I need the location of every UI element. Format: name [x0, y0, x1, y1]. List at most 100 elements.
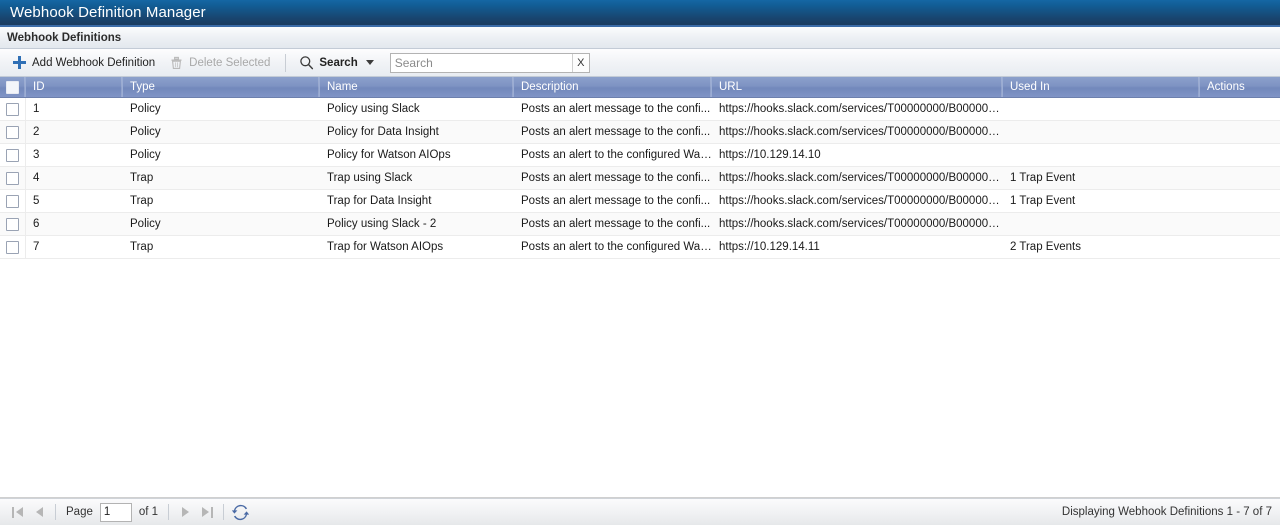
plus-icon	[11, 55, 27, 71]
pager-separator-refresh	[223, 504, 225, 520]
cell-name: Trap using Slack	[320, 167, 514, 189]
pager-status-text: Displaying Webhook Definitions 1 - 7 of …	[1061, 506, 1272, 518]
search-clear-button[interactable]: X	[571, 53, 589, 72]
search-menu-label: Search	[319, 56, 358, 69]
cell-name: Policy for Data Insight	[320, 121, 514, 143]
cell-id: 5	[26, 190, 123, 212]
row-checkbox[interactable]	[6, 102, 19, 116]
table-row[interactable]: 4 Trap Trap using Slack Posts an alert mess…	[0, 167, 1280, 190]
row-select-cell[interactable]	[0, 98, 26, 120]
column-header-name[interactable]: Name	[320, 77, 514, 97]
grid-body: 1 Policy Policy using Slack Posts an alert …	[0, 98, 1280, 497]
cell-name-text: Trap for Data Insight	[327, 195, 432, 207]
cell-description-text: Posts an alert to the configured Wat...	[521, 149, 712, 161]
select-all-checkbox[interactable]	[6, 80, 19, 94]
cell-name-text: Trap using Slack	[327, 172, 413, 184]
search-input[interactable]	[390, 53, 572, 72]
page-number-input[interactable]	[99, 502, 132, 522]
cell-url-text: https://hooks.slack.com/services/T000000…	[719, 126, 1003, 138]
column-header-description[interactable]: Description	[514, 77, 712, 97]
column-header-type[interactable]: Type	[123, 77, 320, 97]
first-page-icon[interactable]	[6, 501, 28, 523]
cell-used-in	[1003, 121, 1200, 143]
previous-page-icon[interactable]	[28, 501, 50, 523]
add-webhook-definition-button[interactable]: Add Webhook Definition	[6, 52, 163, 74]
section-header: Webhook Definitions	[0, 27, 1280, 49]
pager-separator-right	[168, 504, 170, 520]
cell-id: 3	[26, 144, 123, 166]
column-header-url[interactable]: URL	[712, 77, 1003, 97]
column-header-select-all[interactable]	[0, 77, 26, 97]
page-total-label: of 1	[138, 506, 159, 518]
last-page-icon[interactable]	[196, 501, 218, 523]
trash-icon	[168, 55, 184, 71]
cell-used-in: 1 Trap Event	[1003, 190, 1200, 212]
cell-description: Posts an alert message to the confi...	[514, 121, 712, 143]
row-checkbox[interactable]	[6, 148, 19, 162]
cell-name-text: Policy using Slack - 2	[327, 218, 437, 230]
cell-used-in: 1 Trap Event	[1003, 167, 1200, 189]
table-row[interactable]: 2 Policy Policy for Data Insight Posts an a…	[0, 121, 1280, 144]
cell-name-text: Policy for Data Insight	[327, 126, 439, 138]
delete-selected-button[interactable]: Delete Selected	[163, 52, 278, 74]
cell-description-text: Posts an alert message to the confi...	[521, 218, 711, 230]
cell-id: 6	[26, 213, 123, 235]
add-webhook-definition-label: Add Webhook Definition	[32, 56, 156, 69]
cell-type-text: Policy	[130, 149, 161, 161]
cell-url: https://hooks.slack.com/services/T000000…	[712, 213, 1003, 235]
magnifier-icon	[298, 55, 314, 71]
cell-used-in-text: 2 Trap Events	[1010, 241, 1081, 253]
row-checkbox[interactable]	[6, 125, 19, 139]
cell-description-text: Posts an alert message to the confi...	[521, 172, 711, 184]
table-row[interactable]: 6 Policy Policy using Slack - 2 Posts an al…	[0, 213, 1280, 236]
cell-description-text: Posts an alert message to the confi...	[521, 195, 711, 207]
row-select-cell[interactable]	[0, 167, 26, 189]
grid-toolbar: Add Webhook Definition Delete Selected S…	[0, 49, 1280, 77]
grid-header-row: ID Type Name Description URL Used In Act…	[0, 77, 1280, 98]
row-select-cell[interactable]	[0, 121, 26, 143]
row-select-cell[interactable]	[0, 236, 26, 258]
column-header-used-in[interactable]: Used In	[1003, 77, 1200, 97]
next-page-icon[interactable]	[174, 501, 196, 523]
table-row[interactable]: 1 Policy Policy using Slack Posts an alert …	[0, 98, 1280, 121]
table-row[interactable]: 7 Trap Trap for Watson AIOps Posts an alert…	[0, 236, 1280, 259]
page-title: Webhook Definition Manager	[10, 4, 206, 21]
search-menu-button[interactable]: Search	[293, 52, 381, 74]
cell-url: https://10.129.14.11	[712, 236, 1003, 258]
cell-type-text: Trap	[130, 241, 154, 253]
cell-url: https://hooks.slack.com/services/T000000…	[712, 167, 1003, 189]
row-checkbox[interactable]	[6, 194, 19, 208]
cell-name-text: Policy using Slack	[327, 103, 420, 115]
row-checkbox[interactable]	[6, 240, 19, 254]
cell-description: Posts an alert message to the confi...	[514, 190, 712, 212]
row-checkbox[interactable]	[6, 217, 19, 231]
cell-description-text: Posts an alert message to the confi...	[521, 126, 711, 138]
table-row[interactable]: 5 Trap Trap for Data Insight Posts an alert…	[0, 190, 1280, 213]
cell-used-in: 2 Trap Events	[1003, 236, 1200, 258]
cell-description: Posts an alert to the configured Wat...	[514, 236, 712, 258]
row-select-cell[interactable]	[0, 213, 26, 235]
row-checkbox[interactable]	[6, 171, 19, 185]
refresh-icon[interactable]	[229, 501, 251, 523]
cell-url: https://10.129.14.10	[712, 144, 1003, 166]
cell-actions	[1200, 236, 1280, 258]
cell-id: 2	[26, 121, 123, 143]
row-select-cell[interactable]	[0, 144, 26, 166]
window-titlebar: Webhook Definition Manager	[0, 0, 1280, 27]
column-header-id[interactable]: ID	[26, 77, 123, 97]
cell-actions	[1200, 144, 1280, 166]
cell-actions	[1200, 213, 1280, 235]
cell-url-text: https://hooks.slack.com/services/T000000…	[719, 195, 1003, 207]
cell-description: Posts an alert message to the confi...	[514, 98, 712, 120]
table-row[interactable]: 3 Policy Policy for Watson AIOps Posts an a…	[0, 144, 1280, 167]
cell-id-text: 3	[33, 149, 40, 161]
cell-type-text: Policy	[130, 218, 161, 230]
column-header-actions[interactable]: Actions	[1200, 77, 1280, 97]
cell-type: Policy	[123, 144, 320, 166]
pager-bar: Page of 1 Displaying Webhook Definition	[0, 498, 1280, 525]
pager-controls: Page of 1	[6, 501, 251, 523]
row-select-cell[interactable]	[0, 190, 26, 212]
cell-id: 7	[26, 236, 123, 258]
cell-id-text: 6	[33, 218, 40, 230]
cell-type: Trap	[123, 167, 320, 189]
